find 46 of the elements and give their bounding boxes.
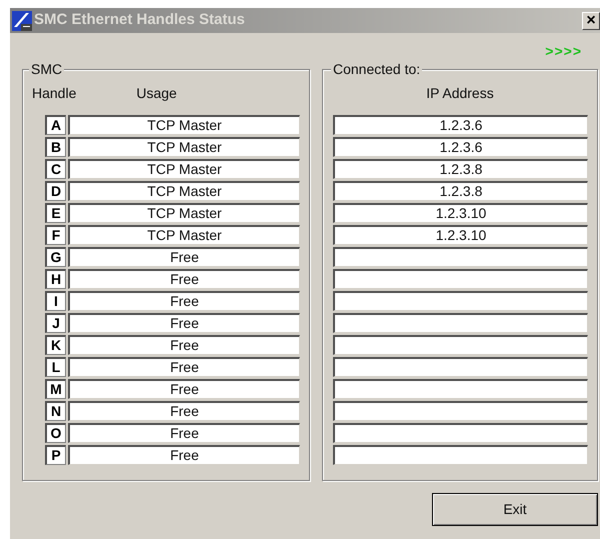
usage-field: TCP Master [68, 181, 300, 201]
exit-button[interactable]: Exit [432, 493, 598, 526]
usage-field: Free [68, 357, 300, 377]
ip-address-field: 1.2.3.6 [333, 137, 588, 157]
handle-label: D [45, 181, 66, 201]
ip-address-field: 1.2.3.10 [333, 203, 588, 223]
handle-label: I [45, 291, 66, 311]
ip-address-field: 1.2.3.8 [333, 181, 588, 201]
handle-label: J [45, 313, 66, 333]
usage-field: Free [68, 423, 300, 443]
usage-field: Free [68, 379, 300, 399]
app-icon [12, 10, 32, 30]
usage-field: Free [68, 269, 300, 289]
usage-field: Free [68, 445, 300, 465]
handle-label: M [45, 379, 66, 399]
usage-field: Free [68, 247, 300, 267]
column-header: Handle [32, 84, 76, 102]
ip-address-field: 1.2.3.6 [333, 115, 588, 135]
column-header: Usage [136, 84, 177, 103]
handle-label: O [45, 423, 66, 443]
window-title: SMC Ethernet Handles Status [34, 10, 245, 30]
handle-label: L [45, 357, 66, 377]
usage-field: TCP Master [68, 159, 300, 179]
handle-label: C [45, 159, 66, 179]
close-button[interactable]: × [582, 12, 600, 30]
column-header: IP Address [426, 84, 494, 102]
usage-field: TCP Master [68, 225, 300, 245]
handle-label: F [45, 225, 66, 245]
handle-label: H [45, 269, 66, 289]
usage-field: Free [68, 313, 300, 333]
usage-field: Free [68, 291, 300, 311]
handle-label: E [45, 203, 66, 223]
handle-label: G [45, 247, 66, 267]
usage-field: Free [68, 401, 300, 421]
handle-label: N [45, 401, 66, 421]
handle-label: B [45, 137, 66, 157]
ip-address-field: 1.2.3.8 [333, 159, 588, 179]
handle-label: P [45, 445, 66, 465]
ip-address-field: 1.2.3.10 [333, 225, 588, 245]
handle-label: A [45, 115, 66, 135]
usage-field: TCP Master [68, 115, 300, 135]
status-indicator: >>>> [545, 42, 582, 60]
usage-field: TCP Master [68, 137, 300, 157]
usage-field: Free [68, 335, 300, 355]
usage-field: TCP Master [68, 203, 300, 223]
handle-label: K [45, 335, 66, 355]
